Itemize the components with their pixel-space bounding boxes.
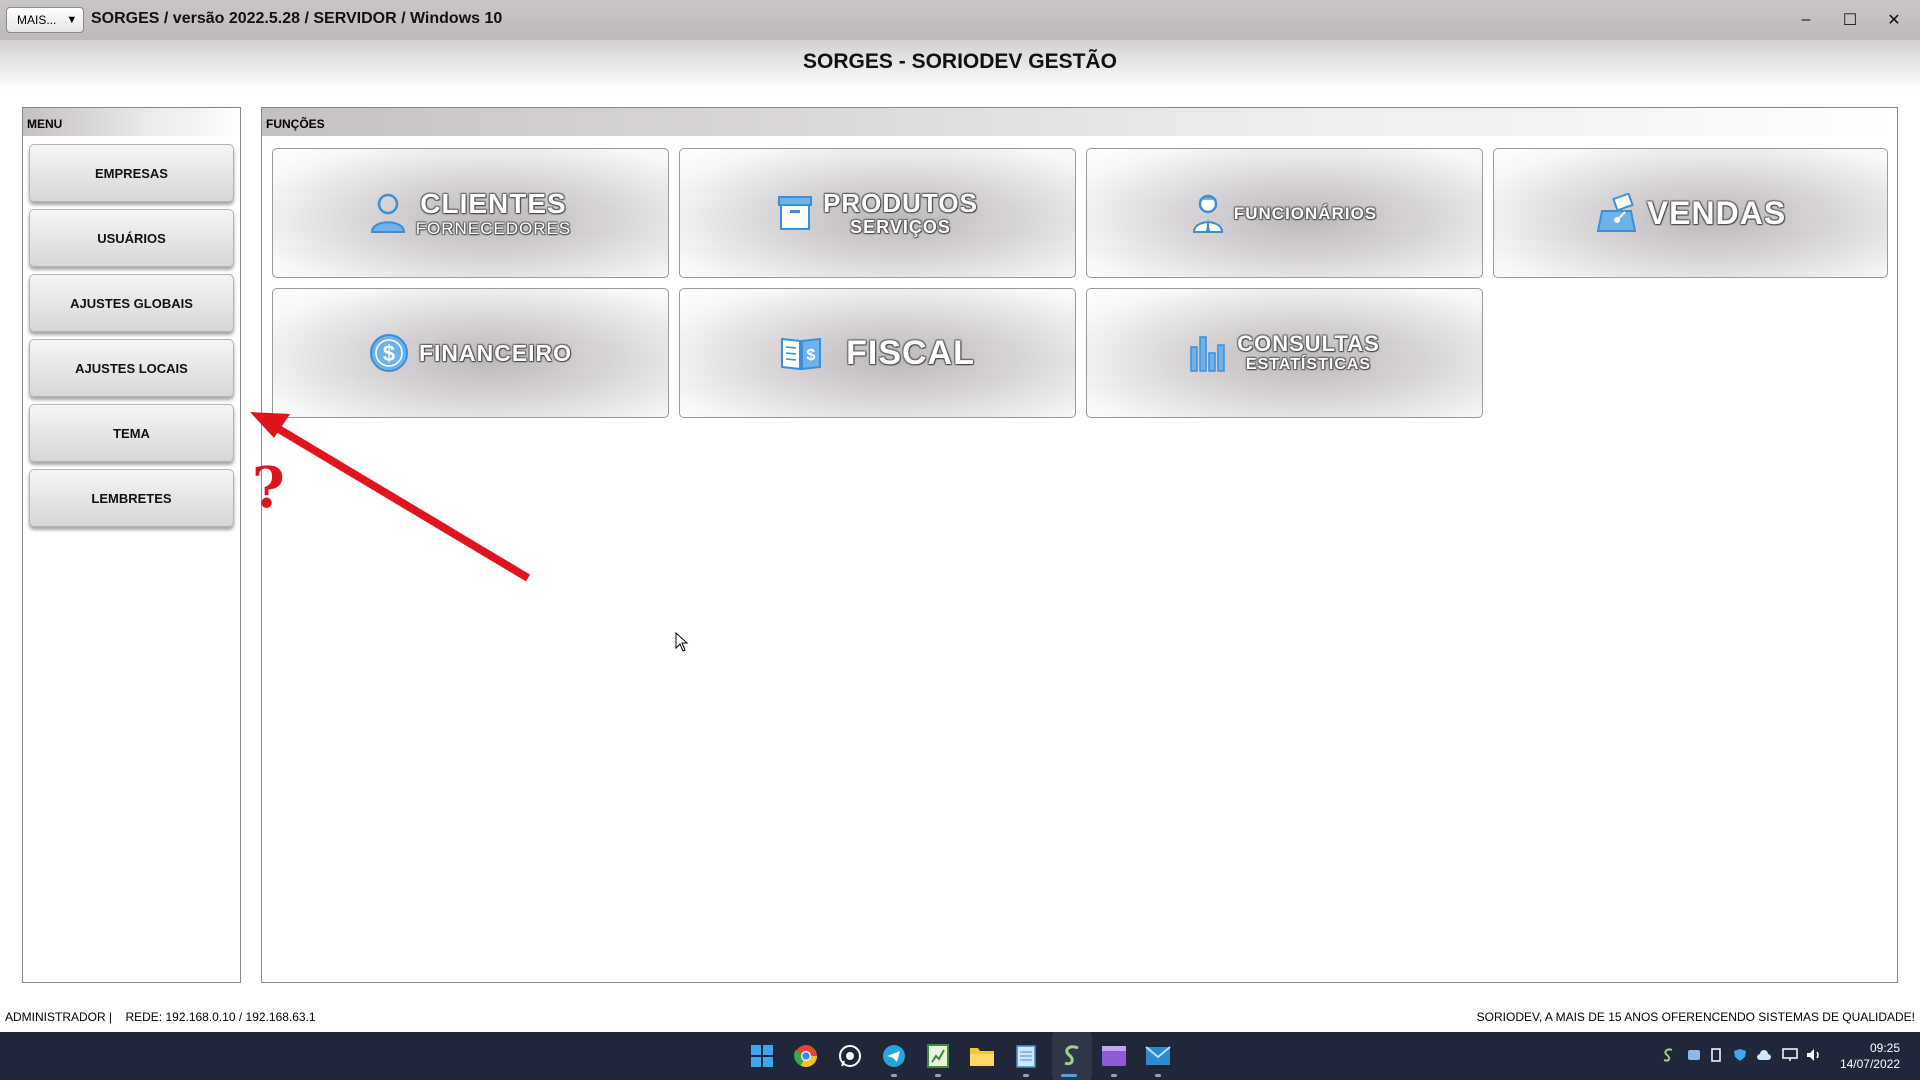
clock-date: 14/07/2022 <box>1839 1057 1900 1071</box>
mail-icon[interactable] <box>1144 1042 1172 1070</box>
clock-time: 09:25 <box>1869 1041 1900 1055</box>
file-explorer-icon[interactable] <box>968 1042 996 1070</box>
active-indicator <box>1061 1074 1077 1077</box>
running-indicator <box>1023 1074 1029 1077</box>
annotation-arrow <box>250 412 531 582</box>
status-slogan: SORIODEV, A MAIS DE 15 ANOS OFERENCENDO … <box>1476 1010 1915 1024</box>
system-clock[interactable]: 09:25 14/07/2022 <box>1840 1040 1900 1072</box>
whatsapp-icon[interactable] <box>836 1042 864 1070</box>
windows-start-icon[interactable] <box>748 1042 776 1070</box>
taskbar <box>0 1032 1920 1080</box>
cloud-tray-icon[interactable] <box>1756 1047 1772 1063</box>
question-mark-annotation: ? <box>252 455 285 521</box>
network-tray-icon[interactable] <box>1782 1047 1798 1063</box>
running-indicator <box>1111 1074 1117 1077</box>
running-indicator <box>935 1074 941 1077</box>
app-tray-icon[interactable] <box>1660 1047 1676 1063</box>
telegram-icon[interactable] <box>880 1042 908 1070</box>
chrome-icon[interactable] <box>792 1042 820 1070</box>
notepad-icon[interactable] <box>1012 1042 1040 1070</box>
volume-tray-icon[interactable] <box>1806 1047 1822 1063</box>
usb-tray-icon[interactable] <box>1708 1047 1724 1063</box>
spreadsheet-icon[interactable] <box>924 1042 952 1070</box>
security-tray-icon[interactable] <box>1732 1047 1748 1063</box>
mouse-cursor-icon <box>675 632 689 652</box>
teams-tray-icon[interactable] <box>1686 1047 1702 1063</box>
running-indicator <box>1155 1074 1161 1077</box>
sorges-app-icon[interactable] <box>1058 1042 1086 1070</box>
media-icon[interactable] <box>1100 1042 1128 1070</box>
status-user-network: ADMINISTRADOR | REDE: 192.168.0.10 / 192… <box>5 1010 316 1024</box>
running-indicator <box>891 1074 897 1077</box>
status-bar: ADMINISTRADOR | REDE: 192.168.0.10 / 192… <box>0 1000 1920 1032</box>
